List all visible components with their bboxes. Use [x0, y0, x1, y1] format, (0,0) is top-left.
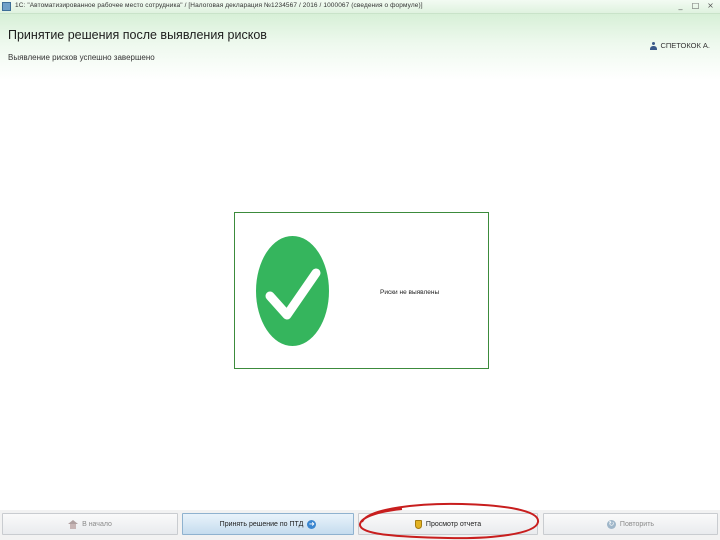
home-icon [68, 519, 79, 529]
repeat-button[interactable]: ↻ Повторить [543, 513, 718, 535]
repeat-button-label: Повторить [619, 520, 655, 528]
user-icon [650, 41, 658, 50]
view-report-button-label: Просмотр отчета [425, 520, 482, 528]
maximize-button[interactable]: □ [690, 1, 701, 11]
page-subtitle: Выявление рисков успешно завершено [8, 53, 155, 62]
success-check-icon [256, 236, 329, 346]
shield-icon [414, 519, 422, 529]
app-icon [2, 2, 11, 11]
decide-button-label: Принять решение по ПТД [219, 520, 304, 528]
page-header: Принятие решения после выявления рисков … [0, 14, 720, 80]
close-button[interactable]: × [705, 1, 716, 11]
page-title: Принятие решения после выявления рисков [8, 28, 267, 42]
user-badge[interactable]: СПЕТОКОК А. [650, 41, 710, 50]
window-title-bar: 1С: "Автоматизированное рабочее место со… [0, 0, 720, 14]
user-name: СПЕТОКОК А. [660, 41, 710, 50]
window-title: 1С: "Автоматизированное рабочее место со… [15, 2, 423, 9]
minimize-button[interactable]: _ [675, 1, 686, 11]
window-controls: _ □ × [675, 1, 716, 11]
home-button[interactable]: В начало [2, 513, 178, 535]
arrow-right-icon: ➜ [307, 519, 317, 529]
result-message: Риски не выявлены [380, 289, 440, 296]
repeat-icon: ↻ [606, 519, 616, 529]
decide-button[interactable]: Принять решение по ПТД ➜ [182, 513, 354, 535]
view-report-button[interactable]: Просмотр отчета [358, 513, 538, 535]
bottom-toolbar: В начало Принять решение по ПТД ➜ Просмо… [0, 510, 720, 540]
home-button-label: В начало [82, 520, 112, 528]
result-card: Риски не выявлены [234, 212, 489, 369]
